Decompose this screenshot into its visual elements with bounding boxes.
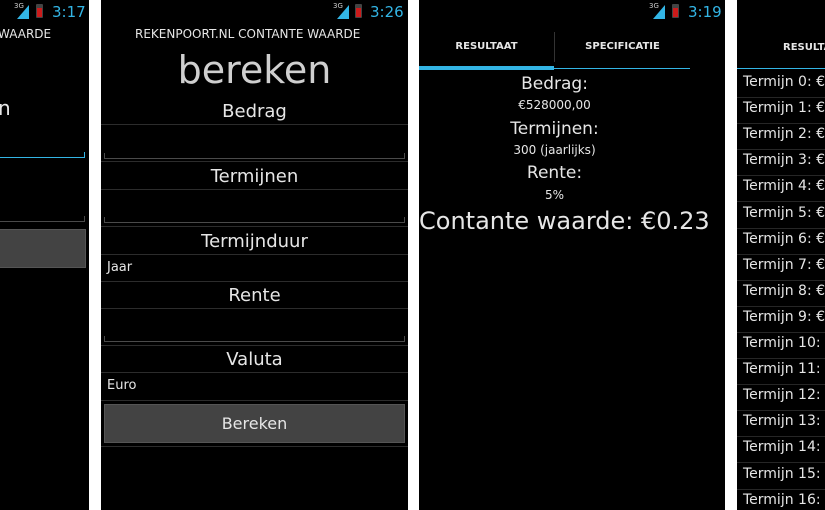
list-divider [737, 305, 825, 307]
battery-icon [36, 4, 43, 18]
bereken-button[interactable]: Bereken [104, 404, 405, 443]
tab-resultaat[interactable]: RESULTAAT [419, 32, 554, 66]
list-divider [737, 462, 825, 464]
termijn-list-item: Termijn 4: €0 [743, 178, 825, 195]
screen-input-partial: 3G 3:17 WAARDE n [0, 0, 89, 510]
tab-specificatie[interactable]: SPECIFICATIE [555, 32, 690, 66]
termijn-list-item: Termijn 6: €0 [743, 230, 825, 247]
signal-icon [17, 5, 29, 19]
tab-bar: RESULTAAT SPECIFICATIE [419, 32, 690, 70]
page-heading: bereken [177, 48, 332, 92]
list-divider [737, 358, 825, 359]
termijnen-input[interactable] [104, 217, 405, 223]
battery-icon [355, 4, 362, 18]
clock: 3:19 [688, 3, 722, 21]
list-divider [737, 331, 825, 333]
list-divider [737, 149, 825, 151]
list-divider [737, 123, 825, 125]
termijn-list-item: Termijn 16: € [743, 491, 825, 508]
valuta-select[interactable]: Euro [107, 378, 136, 393]
divider [101, 161, 408, 162]
list-divider [737, 488, 825, 490]
termijnen-label: Termijnen [210, 166, 299, 187]
screen-specification-partial: RESULTA Termijn 0: €0 Termijn 1: €0 Termij… [737, 0, 825, 510]
list-divider [737, 97, 825, 98]
status-bar: 3G 3:19 [419, 0, 725, 24]
bedrag-label: Bedrag [222, 101, 287, 122]
clock: 3:17 [52, 3, 86, 21]
termijn-list-item: Termijn 12: € [743, 387, 825, 404]
termijn-list-item: Termijn 11: € [743, 361, 825, 378]
termijn-list-item: Termijn 8: €0 [743, 282, 825, 299]
list-divider [737, 201, 825, 203]
input-field-active[interactable] [0, 152, 85, 158]
divider [101, 124, 408, 125]
status-bar: 3G 3:17 [0, 0, 89, 24]
list-divider [737, 410, 825, 412]
input-field[interactable] [0, 216, 85, 222]
signal-icon [337, 5, 349, 19]
list-divider [737, 253, 825, 255]
clock: 3:26 [370, 3, 404, 21]
termijn-list-item: Termijn 0: €0 [743, 74, 825, 90]
tab-selected-indicator [419, 66, 554, 70]
list-divider [737, 227, 825, 229]
divider [101, 226, 408, 227]
tab-underline [737, 68, 825, 69]
divider [101, 254, 408, 255]
termijn-list-item: Termijn 1: €0 [743, 100, 825, 117]
termijn-list-item: Termijn 15: € [743, 465, 825, 482]
list-divider [737, 384, 825, 386]
divider [101, 281, 408, 282]
termijnduur-label: Termijnduur [201, 231, 308, 252]
termijn-list-item: Termijn 10: € [743, 335, 825, 351]
contante-waarde-result: Contante waarde: €0.23 [419, 207, 710, 235]
termijn-list-item: Termijn 7: €0 [743, 256, 825, 273]
bedrag-result-label: Bedrag: [521, 74, 588, 94]
rente-input[interactable] [104, 336, 405, 342]
divider [101, 345, 408, 346]
divider [101, 308, 408, 309]
app-title-fragment: WAARDE [0, 27, 52, 41]
termijn-list-item: Termijn 2: €0 [743, 126, 825, 143]
rente-result-value: 5% [544, 188, 565, 202]
termijnen-result-value: 300 (jaarlijks) [513, 143, 596, 157]
app-title: REKENPOORT.NL CONTANTE WAARDE [135, 27, 361, 41]
termijn-list-item: Termijn 14: € [743, 439, 825, 456]
termijn-list-item: Termijn 13: € [743, 413, 825, 430]
heading-fragment: n [0, 96, 11, 120]
screen-result: 3G 3:19 RESULTAAT SPECIFICATIE Bedrag: €… [419, 0, 725, 510]
list-divider [737, 436, 825, 438]
rente-result-label: Rente: [526, 163, 583, 183]
tab-resultaat-fragment[interactable]: RESULTA [783, 42, 825, 53]
button-fragment[interactable] [0, 229, 86, 268]
list-divider [737, 175, 825, 177]
list-divider [737, 279, 825, 281]
bedrag-result-value: €528000,00 [518, 98, 591, 112]
status-bar: 3G 3:26 [101, 0, 408, 24]
valuta-label: Valuta [226, 349, 283, 370]
divider [101, 446, 408, 447]
divider [101, 189, 408, 190]
divider [101, 400, 408, 401]
termijnen-result-label: Termijnen: [510, 119, 599, 139]
bedrag-input[interactable] [104, 153, 405, 159]
termijn-list-item: Termijn 3: €0 [743, 152, 825, 169]
signal-icon [653, 5, 665, 19]
rente-label: Rente [228, 285, 281, 306]
divider [101, 372, 408, 373]
termijnduur-select[interactable]: Jaar [107, 260, 132, 275]
termijn-list-item: Termijn 5: €0 [743, 204, 825, 221]
battery-icon [672, 4, 679, 18]
termijn-list-item: Termijn 9: €0 [743, 308, 825, 325]
screen-input-form: 3G 3:26 REKENPOORT.NL CONTANTE WAARDE be… [101, 0, 408, 510]
